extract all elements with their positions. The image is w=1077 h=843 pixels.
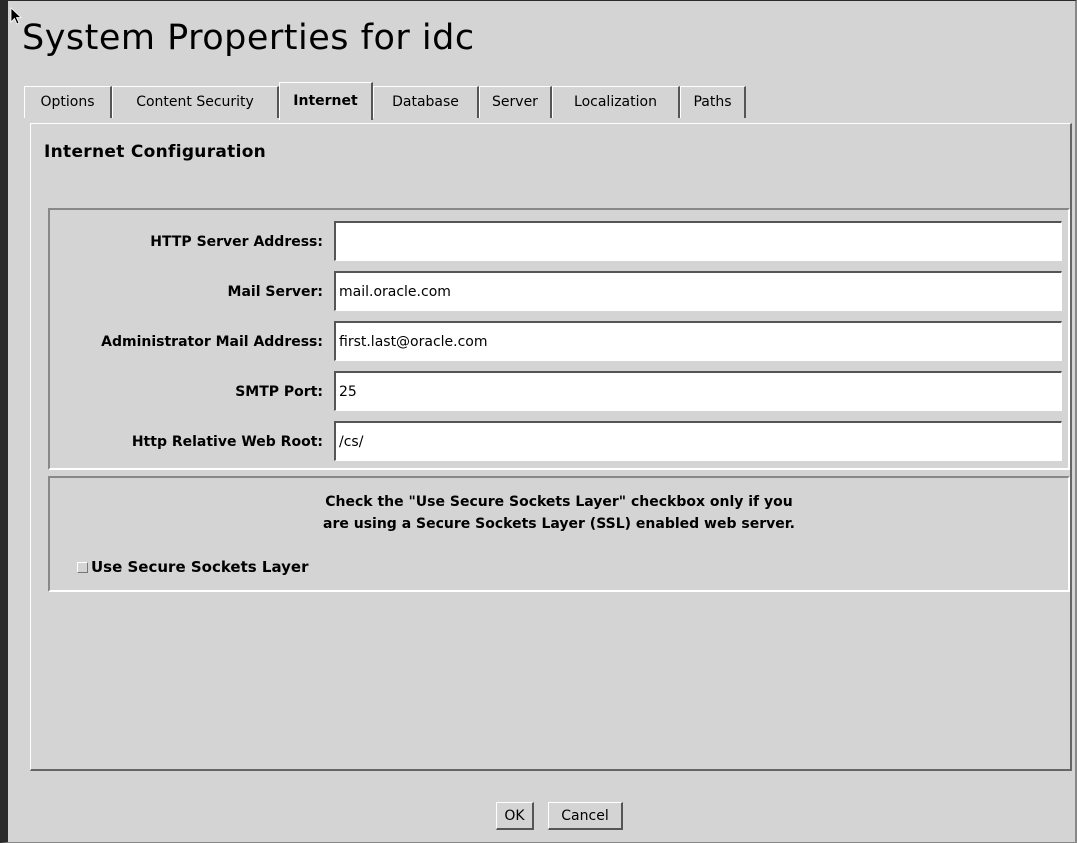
server-settings-group: HTTP Server Address: Mail Server: Admini…	[48, 208, 1070, 470]
web-root-label: Http Relative Web Root:	[131, 434, 323, 450]
mail-server-label: Mail Server:	[227, 284, 323, 300]
tab-server[interactable]: Server	[479, 86, 552, 118]
tab-database[interactable]: Database	[373, 86, 479, 118]
smtp-port-label: SMTP Port:	[235, 384, 323, 400]
smtp-port-input[interactable]	[334, 371, 1062, 411]
tab-paths[interactable]: Paths	[680, 86, 746, 118]
cancel-button[interactable]: Cancel	[548, 802, 623, 830]
http-server-address-input[interactable]	[334, 221, 1062, 261]
ok-button[interactable]: OK	[496, 802, 534, 830]
system-properties-window: System Properties for idc Options Conten…	[0, 0, 1077, 843]
tab-options[interactable]: Options	[24, 86, 112, 118]
use-ssl-checkbox[interactable]	[77, 562, 88, 573]
tab-content-security[interactable]: Content Security	[112, 86, 279, 118]
ssl-notice-line-2: are using a Secure Sockets Layer (SSL) e…	[323, 516, 795, 532]
web-root-input[interactable]	[334, 421, 1062, 461]
tab-internet[interactable]: Internet	[279, 82, 373, 120]
tab-localization[interactable]: Localization	[552, 86, 680, 118]
http-server-address-label: HTTP Server Address:	[150, 234, 323, 250]
mail-server-input[interactable]	[334, 271, 1062, 311]
ssl-settings-group: Check the "Use Secure Sockets Layer" che…	[48, 476, 1070, 592]
panel-title: Internet Configuration	[44, 142, 267, 162]
window-title: System Properties for idc	[22, 18, 475, 58]
internet-tab-panel: Internet Configuration HTTP Server Addre…	[30, 123, 1072, 771]
admin-mail-address-input[interactable]	[334, 321, 1062, 361]
use-ssl-label[interactable]: Use Secure Sockets Layer	[91, 558, 308, 576]
ssl-notice-line-1: Check the "Use Secure Sockets Layer" che…	[325, 494, 793, 510]
admin-mail-address-label: Administrator Mail Address:	[101, 334, 323, 350]
